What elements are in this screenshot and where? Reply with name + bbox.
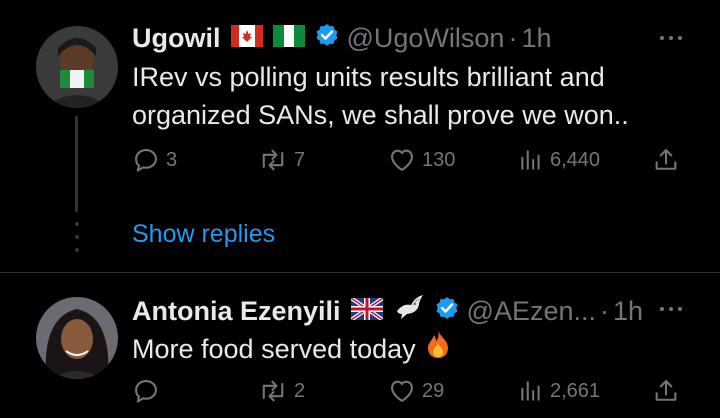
repost-icon [262,149,284,171]
handle[interactable]: @UgoWilson [347,22,505,54]
handle[interactable]: @AEzen... [467,295,596,327]
display-name[interactable]: Ugowil [132,22,221,54]
canada-flag-icon [230,22,263,54]
reply-icon [135,149,157,172]
uk-flag-icon [349,295,384,327]
show-replies-link[interactable]: Show replies [132,220,275,249]
tweet-text: More food served today [132,329,450,369]
timestamp[interactable]: 1h [613,295,643,327]
heart-icon [391,149,413,171]
thread-line [75,116,78,212]
avatar[interactable] [36,297,118,379]
share-button[interactable] [652,377,686,405]
nigeria-flag-icon [272,22,305,54]
share-icon [655,149,677,170]
more-options-icon[interactable] [660,36,682,40]
like-count: 29 [422,379,445,402]
thread-dots-icon [70,222,84,252]
fire-icon [426,329,450,369]
more-options-icon[interactable] [660,307,682,311]
tweet-header: Ugowil @UgoWilson · 1h [132,22,552,54]
reply-count: 3 [166,148,178,171]
tweet-actions: 2 29 2,661 [132,377,692,407]
verified-badge-icon[interactable] [315,22,339,54]
reply-button[interactable]: 3 [132,146,177,174]
reply-icon [135,380,157,403]
avatar[interactable] [36,26,118,108]
repost-count: 2 [294,379,306,402]
display-name[interactable]: Antonia Ezenyili [132,295,341,327]
tweet-text-line: organized SANs, we shall prove we won.. [132,100,629,130]
tweet[interactable]: Ugowil @UgoWilson · 1h IRev vs polling u… [0,0,720,272]
repost-button[interactable]: 7 [258,146,305,174]
views-icon [521,381,540,401]
reply-button[interactable] [132,377,166,405]
views-button[interactable]: 2,661 [518,377,600,405]
timestamp[interactable]: 1h [521,22,551,54]
tweet-header: Antonia Ezenyili @AEzen... · 1h [132,293,643,328]
share-button[interactable] [652,146,686,174]
views-count: 2,661 [550,379,601,402]
like-button[interactable]: 130 [388,146,455,174]
separator: · [600,295,609,326]
views-count: 6,440 [550,148,601,171]
repost-count: 7 [294,148,306,171]
like-count: 130 [422,148,456,171]
like-button[interactable]: 29 [388,377,444,405]
repost-icon [262,380,284,402]
heart-icon [391,380,413,402]
tweet-text: IRev vs polling units results brilliant … [132,58,629,134]
tweet-text-line: IRev vs polling units results brilliant … [132,62,605,92]
separator: · [508,23,518,53]
dove-icon [393,293,425,328]
tweet-text-line: More food served today [132,334,416,364]
tweet-actions: 3 7 130 6,440 [132,146,692,176]
repost-button[interactable]: 2 [258,377,305,405]
tweet[interactable]: Antonia Ezenyili @AEzen... · 1h More foo… [0,272,720,418]
share-icon [655,380,677,401]
views-button[interactable]: 6,440 [518,146,600,174]
views-icon [521,150,540,170]
verified-badge-icon[interactable] [435,295,459,327]
